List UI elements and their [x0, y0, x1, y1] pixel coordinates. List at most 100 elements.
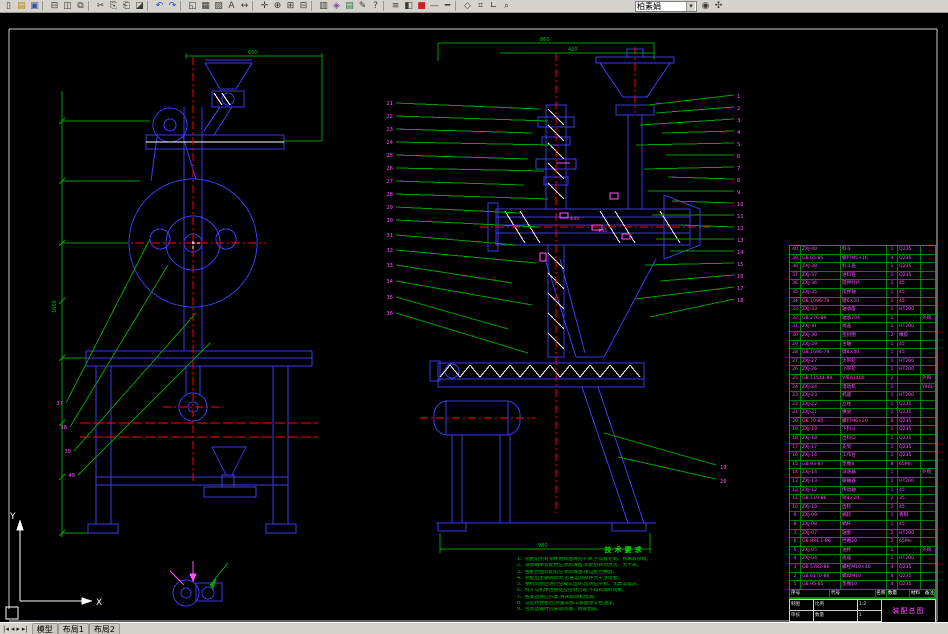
zoom-realtime-icon[interactable]: ⊕: [271, 1, 284, 12]
named-views-icon[interactable]: ◉: [699, 1, 712, 12]
new-icon[interactable]: ▯: [2, 1, 15, 12]
bom-cell-material: [898, 374, 921, 383]
bom-cell-material: Q235: [898, 263, 921, 271]
save-icon[interactable]: ▣: [28, 1, 41, 12]
separator[interactable]: [42, 1, 47, 11]
layers-icon[interactable]: ≡: [389, 1, 402, 12]
bom-cell-no: 33: [790, 306, 801, 314]
separator[interactable]: [252, 1, 257, 11]
layer-previous-icon[interactable]: ◧: [402, 1, 415, 12]
part-balloon: 17: [737, 286, 744, 292]
find-icon[interactable]: ⌕: [500, 1, 513, 12]
tab-nav-arrow-icon[interactable]: |◂: [3, 625, 9, 633]
bom-cell-no: 12: [790, 486, 801, 495]
table-icon[interactable]: ▦: [199, 1, 212, 12]
cut-icon[interactable]: ✂: [94, 1, 107, 12]
separator[interactable]: [88, 1, 93, 11]
linetype-icon[interactable]: —: [428, 1, 441, 12]
bom-cell-name: 大带轮: [841, 357, 887, 366]
tab-nav-arrow-icon[interactable]: ◂: [11, 625, 15, 633]
3d-orbit-icon[interactable]: ✣: [712, 1, 725, 12]
layout-tab-nav[interactable]: |◂ ◂ ▸ ▸|: [2, 624, 29, 633]
help-icon[interactable]: ?: [369, 1, 382, 12]
chevron-down-icon[interactable]: ▾: [686, 1, 695, 11]
plot-icon[interactable]: ⊟: [48, 1, 61, 12]
match-properties-icon[interactable]: ◪: [133, 1, 146, 12]
part-balloon: 19: [720, 465, 727, 471]
bom-cell-code: ZXJ-38: [801, 263, 841, 271]
zoom-window-icon[interactable]: ⊞: [284, 1, 297, 12]
bom-cell-code: ZXJ-08: [801, 521, 841, 529]
bom-cell-material: Q235: [898, 572, 921, 581]
bom-cell-material: 35: [898, 495, 921, 503]
layout-tab[interactable]: 布局1: [57, 623, 89, 634]
redo-icon[interactable]: ↷: [166, 1, 179, 12]
separator[interactable]: [147, 1, 152, 11]
style-combo[interactable]: 柏素娟 ▾: [635, 0, 697, 12]
open-icon[interactable]: ▤: [15, 1, 28, 12]
bom-cell-code: GB 1096-79: [801, 297, 841, 306]
copy-icon[interactable]: ⎘: [107, 1, 120, 12]
part-balloon: 16: [737, 274, 744, 280]
bom-cell-code: ZXJ-05: [801, 546, 841, 555]
ortho-icon[interactable]: ∟: [487, 1, 500, 12]
separator[interactable]: [311, 1, 316, 11]
paste-icon[interactable]: ⎗: [120, 1, 133, 12]
bom-cell-note: [921, 280, 935, 288]
separator[interactable]: [180, 1, 185, 11]
part-balloon: 40: [68, 473, 75, 479]
left-view-dimensions: [58, 53, 323, 589]
part-balloon: 21: [386, 101, 393, 107]
markup-icon[interactable]: ✎: [356, 1, 369, 12]
separator[interactable]: [383, 1, 388, 11]
hatch-icon[interactable]: ▨: [212, 1, 225, 12]
bom-row: 31 ZXJ-31 端盖 2 HT200: [790, 323, 935, 332]
separator[interactable]: [455, 1, 460, 11]
bom-cell-note: [921, 263, 935, 271]
part-balloon: 27: [386, 179, 393, 185]
bom-cell-no: 4: [790, 555, 801, 563]
color-swatch-icon[interactable]: ■: [415, 1, 428, 12]
text-icon[interactable]: A: [225, 1, 238, 12]
layout-tab[interactable]: 布局2: [88, 623, 120, 634]
layout-tab[interactable]: 模型: [31, 623, 58, 634]
right-view-leader-lines: [395, 94, 735, 480]
bom-row: 35 ZXJ-35 搅拌轴 1 45: [790, 288, 935, 298]
properties-icon[interactable]: ▥: [317, 1, 330, 12]
bom-cell-no: 13: [790, 478, 801, 486]
part-balloon: 22: [386, 114, 393, 120]
bom-cell-code: ZXJ-40: [801, 246, 841, 254]
bom-cell-note: [921, 452, 935, 460]
bom-cell-name: 挡圈20: [841, 538, 887, 546]
bom-cell-material: Q235: [898, 409, 921, 417]
publish-icon[interactable]: ⧉: [74, 1, 87, 12]
designcenter-icon[interactable]: ◈: [330, 1, 343, 12]
bom-cell-name: 出料口: [841, 435, 887, 443]
bom-cell-note: [921, 366, 935, 374]
part-balloon: 4: [737, 130, 741, 136]
insert-block-icon[interactable]: ◱: [186, 1, 199, 12]
plot-preview-icon[interactable]: ◫: [61, 1, 74, 12]
zoom-previous-icon[interactable]: ⊟: [297, 1, 310, 12]
lineweight-icon[interactable]: ━: [441, 1, 454, 12]
undo-icon[interactable]: ↶: [153, 1, 166, 12]
osnap-icon[interactable]: ◇: [461, 1, 474, 12]
bom-row: 26 ZXJ-26 小带轮 1 HT200: [790, 366, 935, 375]
bom-cell-name: 底座: [841, 555, 887, 563]
bom-cell-qty: 2: [887, 503, 898, 512]
tab-nav-arrow-icon[interactable]: ▸: [16, 625, 20, 633]
bom-row: 6 GB 894.1-86 挡圈20 2 65Mn: [790, 538, 935, 547]
bom-cell-name: 搅拌轴: [841, 288, 887, 297]
bom-cell-qty: 1: [887, 306, 898, 314]
drawing-canvas[interactable]: 650 860 420 980 1600 Φ30 Φ45 1 2 3 4 5 6…: [0, 13, 948, 623]
tool-palettes-icon[interactable]: ▤: [343, 1, 356, 12]
bom-cell-note: [921, 521, 935, 529]
dimension-icon[interactable]: ↔: [238, 1, 251, 12]
pan-icon[interactable]: ✛: [258, 1, 271, 12]
grid-icon[interactable]: ⌗: [474, 1, 487, 12]
bom-row: 23 ZXJ-23 机座 1 HT200: [790, 392, 935, 401]
tab-nav-arrow-icon[interactable]: ▸|: [22, 625, 28, 633]
bom-cell-code: ZXJ-27: [801, 357, 841, 366]
bom-cell-note: [921, 495, 935, 503]
bom-cell-material: 45: [898, 297, 921, 306]
